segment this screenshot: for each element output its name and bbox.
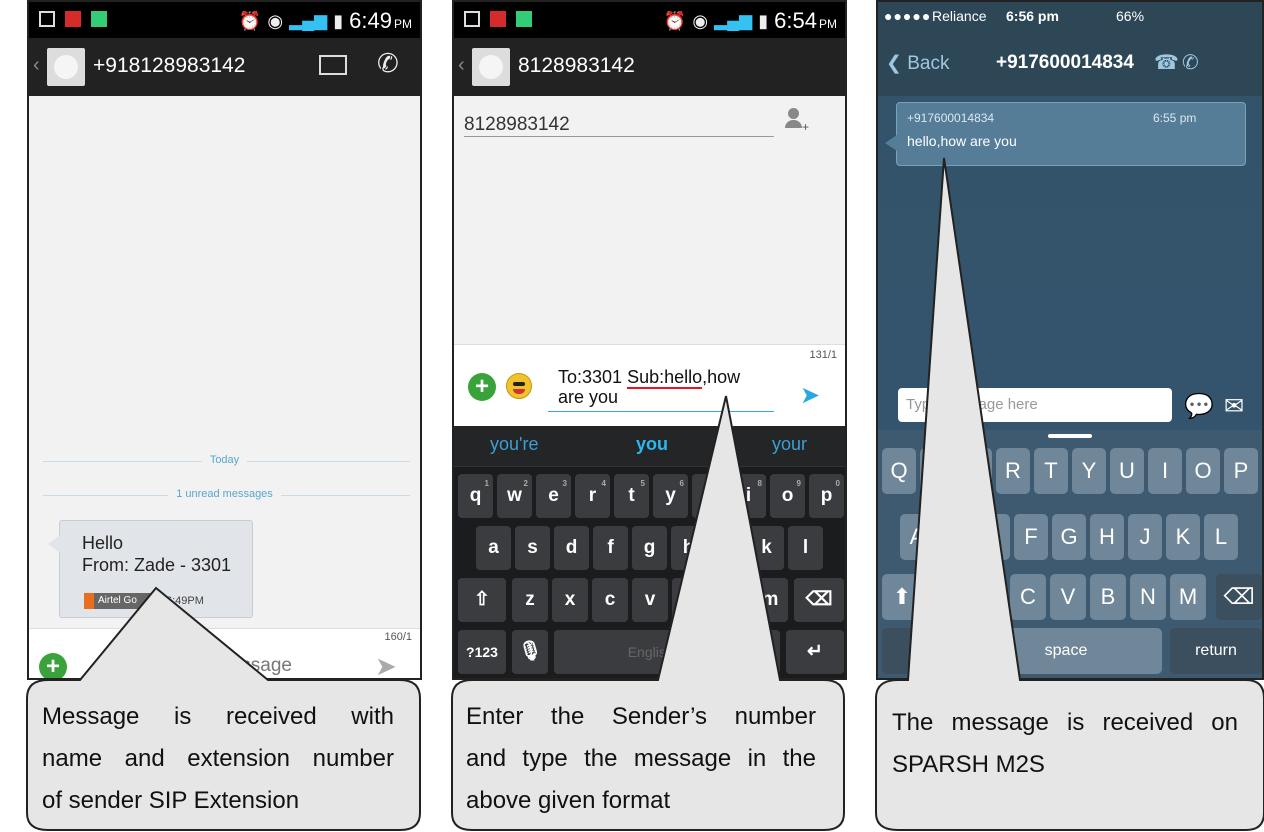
callout-2-line-2: and type the message in the <box>466 745 816 772</box>
callout-1-text: Message is received with name and extens… <box>42 696 394 822</box>
callout-1-line-3: of sender SIP Extension <box>42 787 300 814</box>
callout-1-line-2: name and extension number <box>42 745 394 772</box>
callout-3-text: The message is received on SPARSH M2S <box>892 702 1238 786</box>
callout-3-line-1: The message is received on <box>892 709 1238 736</box>
callout-2-line-1: Enter the Sender’s number <box>466 703 816 730</box>
callout-2-line-3: above given format <box>466 787 671 814</box>
callout-3-line-2: SPARSH M2S <box>892 751 1045 778</box>
callout-2-text: Enter the Sender’s number and type the m… <box>466 696 816 822</box>
callout-1-line-1: Message is received with <box>42 703 394 730</box>
